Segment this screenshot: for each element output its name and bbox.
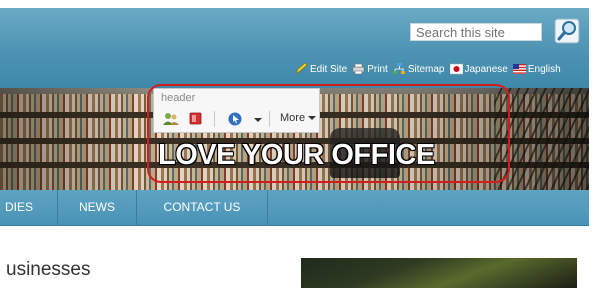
print-label: Print bbox=[367, 63, 388, 75]
content-image bbox=[301, 258, 577, 288]
selection-highlight bbox=[147, 84, 510, 183]
nav-divider bbox=[267, 190, 268, 225]
page-margin bbox=[589, 0, 601, 288]
sitemap-icon bbox=[392, 63, 405, 74]
english-link[interactable]: English bbox=[512, 63, 561, 75]
edit-site-label: Edit Site bbox=[310, 63, 348, 75]
pencil-icon bbox=[295, 63, 308, 75]
search-input[interactable] bbox=[410, 23, 542, 41]
nav-item-news[interactable]: NEWS bbox=[58, 190, 136, 225]
japanese-link[interactable]: Japanese bbox=[449, 63, 508, 75]
utility-links: Edit Site Print Sitemap Japanese English bbox=[295, 60, 566, 78]
print-link[interactable]: Print bbox=[352, 63, 388, 75]
us-flag-icon bbox=[512, 64, 526, 74]
search-button[interactable] bbox=[554, 18, 580, 44]
content-heading: usinesses bbox=[6, 259, 91, 280]
edit-site-link[interactable]: Edit Site bbox=[295, 63, 347, 75]
nav-item-contact-us[interactable]: CONTACT US bbox=[137, 190, 267, 225]
search-icon bbox=[554, 18, 580, 44]
sitemap-link[interactable]: Sitemap bbox=[392, 63, 445, 75]
nav-item-studies[interactable]: DIES bbox=[0, 190, 53, 225]
sitemap-label: Sitemap bbox=[407, 63, 445, 75]
japanese-label: Japanese bbox=[464, 63, 508, 75]
english-label: English bbox=[527, 63, 561, 75]
printer-icon bbox=[352, 63, 365, 75]
main-navigation: DIES NEWS CONTACT US bbox=[0, 190, 589, 226]
japan-flag-icon bbox=[449, 63, 463, 75]
